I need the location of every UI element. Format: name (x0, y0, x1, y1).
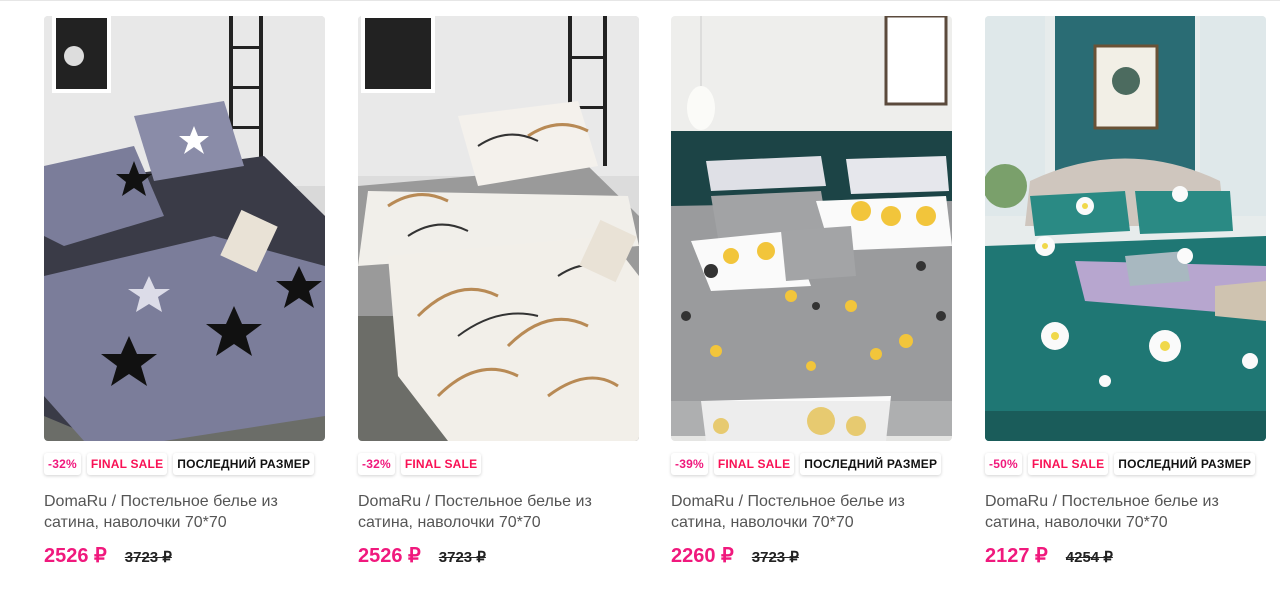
old-price: 3723 ₽ (124, 549, 172, 566)
product-card[interactable]: -32% FINAL SALE ПОСЛЕДНИЙ РАЗМЕР DomaRu … (44, 16, 325, 568)
bedding-palm-leaves-photo (358, 16, 639, 441)
final-sale-badge: FINAL SALE (400, 453, 482, 475)
old-price: 3723 ₽ (751, 549, 799, 566)
product-image[interactable] (358, 16, 639, 441)
last-size-badge: ПОСЛЕДНИЙ РАЗМЕР (1114, 453, 1256, 475)
current-price: 2526 ₽ (44, 545, 107, 567)
current-price: 2526 ₽ (358, 545, 421, 567)
discount-badge: -32% (358, 453, 395, 475)
product-image[interactable] (985, 16, 1266, 441)
old-price: 3723 ₽ (438, 549, 486, 566)
bedding-teal-flowers-photo (985, 16, 1266, 441)
product-title[interactable]: DomaRu / Постельное белье из сатина, нав… (44, 491, 314, 533)
discount-badge: -50% (985, 453, 1022, 475)
product-title[interactable]: DomaRu / Постельное белье из сатина, нав… (671, 491, 941, 533)
final-sale-badge: FINAL SALE (713, 453, 795, 475)
product-card[interactable]: -32% FINAL SALE DomaRu / Постельное бель… (358, 16, 639, 568)
last-size-badge: ПОСЛЕДНИЙ РАЗМЕР (800, 453, 942, 475)
bedding-grey-yellow-dots-photo (671, 16, 952, 441)
discount-badge: -32% (44, 453, 81, 475)
product-card[interactable]: -50% FINAL SALE ПОСЛЕДНИЙ РАЗМЕР DomaRu … (985, 16, 1266, 568)
top-divider (0, 0, 1280, 1)
product-image[interactable] (44, 16, 325, 441)
current-price: 2127 ₽ (985, 545, 1048, 567)
current-price: 2260 ₽ (671, 545, 734, 567)
product-title[interactable]: DomaRu / Постельное белье из сатина, нав… (985, 491, 1255, 533)
last-size-badge: ПОСЛЕДНИЙ РАЗМЕР (173, 453, 315, 475)
bedding-grey-stars-photo (44, 16, 325, 441)
final-sale-badge: FINAL SALE (86, 453, 168, 475)
product-grid: -32% FINAL SALE ПОСЛЕДНИЙ РАЗМЕР DomaRu … (44, 16, 1266, 596)
discount-badge: -39% (671, 453, 708, 475)
final-sale-badge: FINAL SALE (1027, 453, 1109, 475)
product-card[interactable]: -39% FINAL SALE ПОСЛЕДНИЙ РАЗМЕР DomaRu … (671, 16, 952, 568)
product-title[interactable]: DomaRu / Постельное белье из сатина, нав… (358, 491, 628, 533)
old-price: 4254 ₽ (1065, 549, 1113, 566)
product-image[interactable] (671, 16, 952, 441)
